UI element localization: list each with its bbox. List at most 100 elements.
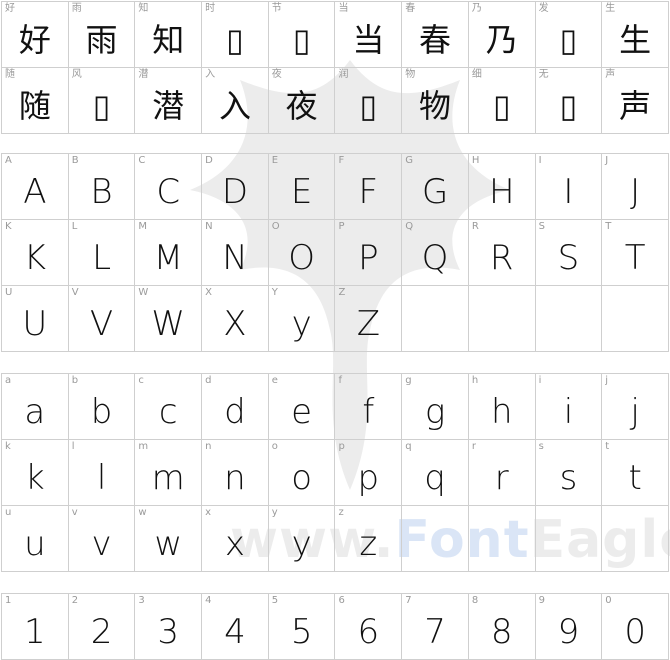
glyph-cell: RR <box>468 220 536 286</box>
glyph-sample: ▯ <box>492 87 511 125</box>
glyph-key-label: u <box>5 507 12 518</box>
glyph-key-label: 乃 <box>471 3 482 14</box>
glyph-cell: 22 <box>68 594 136 660</box>
glyph-sample: 声 <box>619 87 652 125</box>
glyph-sample: G <box>421 172 449 212</box>
uppercase-sample-grid: AABBCCDDEEFFGGHHIIJJKKLLMMNNOOPPQQRRSSTT… <box>1 153 669 352</box>
glyph-key-label: k <box>5 441 11 452</box>
glyph-sample: p <box>357 458 380 498</box>
glyph-key-label: Y <box>271 287 278 298</box>
glyph-cell: tt <box>602 440 669 506</box>
glyph-sample: ▯ <box>92 87 111 125</box>
glyph-sample: d <box>224 392 246 432</box>
glyph-key-label: W <box>138 287 149 298</box>
glyph-sample: 物 <box>419 87 452 125</box>
glyph-cell: 时 ▯ <box>202 2 269 68</box>
glyph-sample: 乃 <box>485 21 518 59</box>
glyph-key-label: 7 <box>405 595 412 606</box>
glyph-key-label: b <box>71 375 79 386</box>
glyph-sample: b <box>90 392 113 432</box>
glyph-sample: t <box>628 458 642 498</box>
glyph-sample: 8 <box>490 612 513 652</box>
glyph-sample: 生 <box>619 21 652 59</box>
glyph-sample: e <box>291 392 313 432</box>
glyph-key-label: R <box>471 221 479 232</box>
glyph-cell: XX <box>202 286 269 352</box>
glyph-sample: o <box>291 458 313 498</box>
glyph-cell: QQ <box>402 220 469 286</box>
glyph-cell: dd <box>202 374 269 440</box>
glyph-cell: rr <box>468 440 536 506</box>
glyph-cell: PP <box>335 220 403 286</box>
glyph-key-label: p <box>338 441 345 452</box>
glyph-key-label: a <box>5 375 12 386</box>
glyph-key-label: 风 <box>71 69 82 80</box>
glyph-cell: 发 ▯ <box>535 2 603 68</box>
glyph-key-label: v <box>71 507 78 518</box>
glyph-sample: ▯ <box>226 21 244 59</box>
glyph-sample: J <box>630 172 641 212</box>
glyph-cell: Yy <box>268 286 336 352</box>
glyph-cell: ZZ <box>335 286 403 352</box>
glyph-sample: j <box>630 392 640 432</box>
glyph-key-label: S <box>538 221 545 232</box>
glyph-sample: r <box>494 458 509 498</box>
glyph-sample: n <box>224 458 246 498</box>
glyph-key-label: 物 <box>405 69 416 80</box>
glyph-cell: vv <box>68 506 136 572</box>
glyph-sample: u <box>24 524 46 564</box>
glyph-key-label: 知 <box>138 3 149 14</box>
glyph-sample: R <box>489 238 514 278</box>
glyph-sample: 7 <box>424 612 446 652</box>
glyph-key-label: I <box>538 155 542 166</box>
glyph-sample: s <box>559 458 578 498</box>
glyph-key-label: 时 <box>205 3 216 14</box>
glyph-cell: ff <box>335 374 403 440</box>
glyph-key-label: f <box>338 375 343 386</box>
glyph-cell: DD <box>202 154 269 220</box>
glyph-sample: M <box>153 238 183 278</box>
glyph-cell: 入入 <box>202 68 269 134</box>
glyph-cell: 春春 <box>402 2 469 68</box>
glyph-sample: z <box>359 524 378 564</box>
glyph-cell: ee <box>268 374 336 440</box>
glyph-sample: 知 <box>152 21 185 59</box>
glyph-key-label: J <box>605 155 609 166</box>
glyph-sample: m <box>151 458 185 498</box>
glyph-key-label: 当 <box>338 3 349 14</box>
glyph-key-label: G <box>405 155 413 166</box>
glyph-cell: FF <box>335 154 403 220</box>
glyph-sample: 春 <box>419 21 452 59</box>
glyph-cell: UU <box>2 286 69 352</box>
glyph-key-label: 6 <box>338 595 345 606</box>
glyph-cell: 润 ▯ <box>335 68 403 134</box>
glyph-cell: kk <box>2 440 69 506</box>
glyph-sample: 9 <box>557 612 580 652</box>
glyph-key-label: c <box>138 375 144 386</box>
glyph-cell: 生生 <box>602 2 669 68</box>
glyph-cell: 声声 <box>602 68 669 134</box>
glyph-sample: A <box>23 172 47 212</box>
glyph-cell: aa <box>2 374 69 440</box>
glyph-cell: 无 ▯ <box>535 68 603 134</box>
glyph-cell: 乃乃 <box>468 2 536 68</box>
glyph-sample: 好 <box>18 21 51 59</box>
glyph-key-label: B <box>71 155 79 166</box>
glyph-cell: ww <box>135 506 203 572</box>
glyph-cell: 夜夜 <box>268 68 336 134</box>
glyph-key-label: O <box>271 221 280 232</box>
glyph-key-label: 发 <box>538 3 549 14</box>
glyph-cell: LL <box>68 220 136 286</box>
glyph-key-label: 2 <box>71 595 79 606</box>
glyph-cell: cc <box>135 374 203 440</box>
glyph-cell: OO <box>268 220 336 286</box>
glyph-sample: g <box>424 392 446 432</box>
glyph-cell: 66 <box>335 594 403 660</box>
glyph-cell: nn <box>202 440 269 506</box>
glyph-sample: 潜 <box>152 87 185 125</box>
glyph-key-label: e <box>271 375 278 386</box>
glyph-sample: B <box>90 172 113 212</box>
glyph-sample: h <box>490 392 513 432</box>
glyph-sample: 1 <box>24 612 46 652</box>
glyph-cell: 00 <box>602 594 669 660</box>
